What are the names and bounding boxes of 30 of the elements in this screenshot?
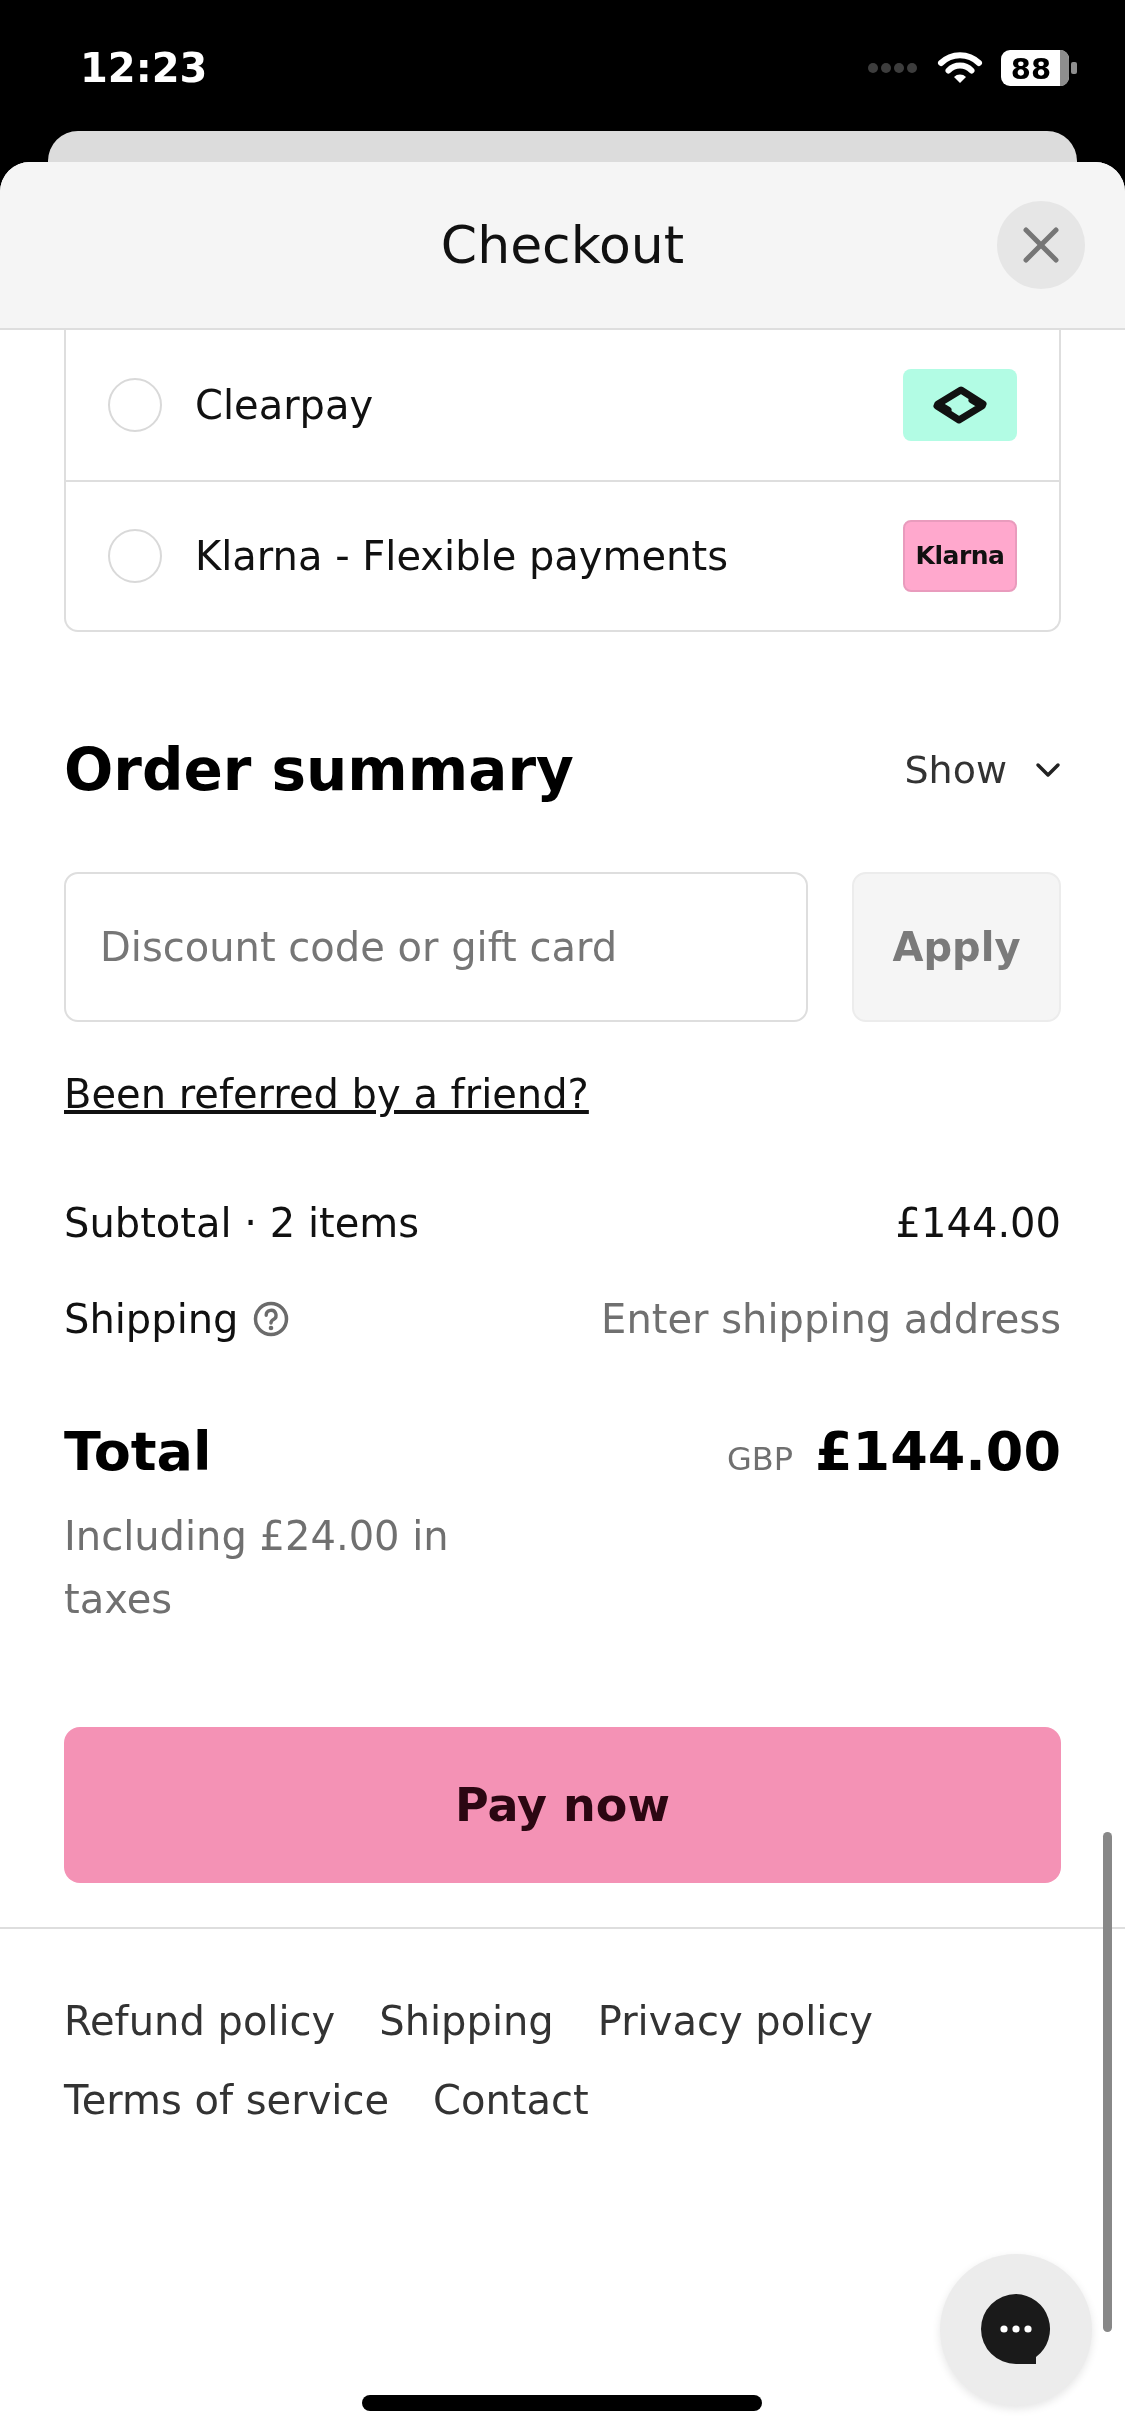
sheet-title: Checkout: [440, 214, 685, 277]
wifi-icon: [937, 51, 983, 85]
total-label: Total: [64, 1419, 212, 1485]
footer-link[interactable]: Privacy policy: [597, 1997, 874, 2045]
order-summary-heading: Order summary: [64, 735, 574, 805]
signal-icon: [867, 62, 919, 74]
summary-label: Subtotal · 2 items: [64, 1199, 420, 1247]
total-amount: £144.00: [815, 1419, 1061, 1485]
close-icon: [1023, 227, 1059, 263]
referral-link[interactable]: Been referred by a friend?: [64, 1071, 589, 1117]
chat-bubble-icon: [979, 2293, 1053, 2367]
summary-value: Enter shipping address: [601, 1295, 1061, 1343]
battery-indicator: 88: [1001, 50, 1077, 86]
radio-button[interactable]: [108, 378, 162, 432]
time-text: 12:23: [80, 44, 208, 93]
footer-link[interactable]: Shipping: [379, 1997, 554, 2045]
payment-option-label: Clearpay: [195, 381, 375, 429]
loop-logo-icon: [903, 369, 1017, 441]
footer-link[interactable]: Contact: [433, 2076, 589, 2124]
footer-link[interactable]: Refund policy: [64, 1997, 336, 2045]
radio-button[interactable]: [108, 529, 162, 583]
tax-note: Including £24.00 in taxes: [64, 1512, 450, 1624]
payment-option-label: Klarna - Flexible payments: [195, 532, 729, 580]
summary-label: Shipping: [64, 1295, 239, 1343]
footer-link[interactable]: Terms of service: [64, 2076, 390, 2124]
klarna-logo: Klarna: [903, 520, 1017, 592]
summary-value: £144.00: [895, 1199, 1061, 1247]
show-toggle[interactable]: Show: [904, 746, 1061, 794]
currency-code: GBP: [727, 1439, 794, 1480]
pay-now-button[interactable]: Pay now: [64, 1727, 1061, 1883]
